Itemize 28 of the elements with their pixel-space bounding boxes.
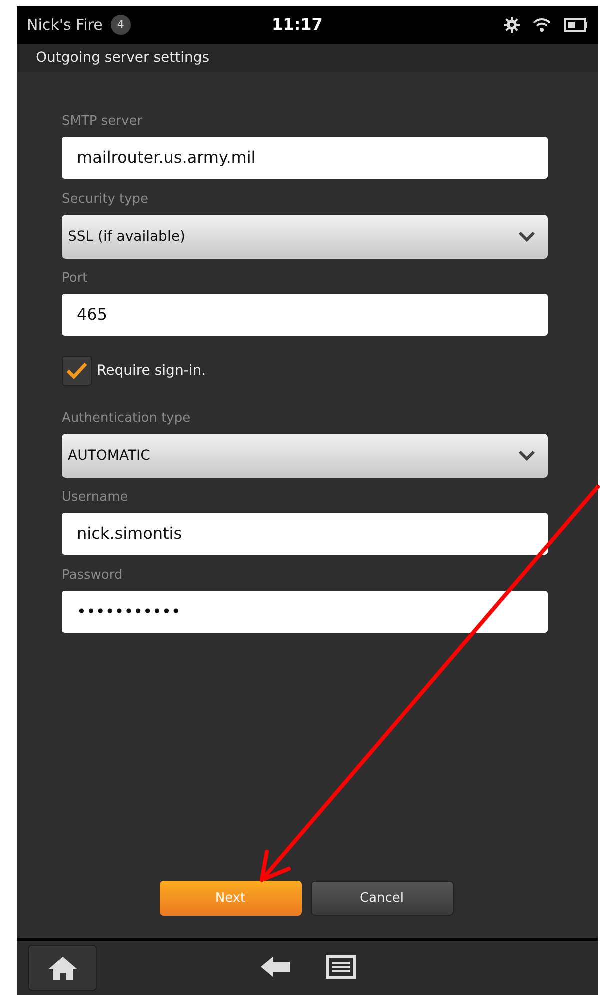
home-icon: [46, 955, 78, 981]
home-button[interactable]: [28, 945, 97, 991]
checkbox-label: Require sign-in.: [97, 362, 206, 380]
field-label: Port: [62, 271, 89, 287]
chevron-icon: [518, 450, 536, 462]
input-field[interactable]: •••••••••••: [62, 591, 548, 633]
dropdown[interactable]: AUTOMATIC: [62, 434, 548, 478]
notification-count: 4: [110, 15, 131, 35]
wifi-icon[interactable]: [532, 17, 552, 33]
back-icon[interactable]: [261, 956, 291, 978]
settings-icon[interactable]: [504, 17, 520, 33]
battery-icon[interactable]: [564, 18, 588, 32]
checkbox[interactable]: [62, 356, 92, 386]
clock: 11:17: [272, 14, 323, 36]
field-label: Authentication type: [62, 411, 192, 427]
button[interactable]: Cancel: [310, 881, 454, 916]
field-label: Username: [62, 490, 130, 506]
field-label: Security type: [62, 192, 150, 208]
chevron-icon: [518, 231, 536, 243]
input-field[interactable]: nick.simontis: [62, 513, 548, 555]
field-label: SMTP server: [62, 114, 144, 130]
dropdown[interactable]: SSL (if available): [62, 215, 548, 259]
screen-title: Outgoing server settings: [36, 48, 210, 68]
input-field[interactable]: 465: [62, 294, 548, 336]
menu-icon[interactable]: [326, 955, 356, 979]
input-field[interactable]: mailrouter.us.army.mil: [62, 137, 548, 179]
device-name: Nick's Fire: [27, 14, 103, 36]
field-label: Password: [62, 568, 124, 584]
